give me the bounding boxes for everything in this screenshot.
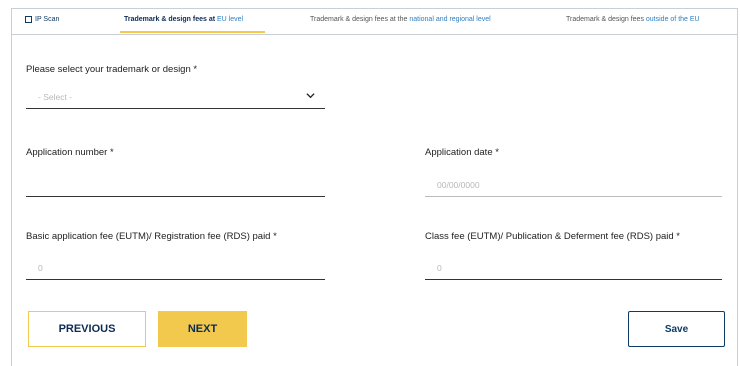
application-date-placeholder: 00/00/0000 [437, 180, 480, 190]
tab-eu-level-highlight: EU level [216, 16, 244, 23]
tab-outside-highlight: outside of the EU [645, 16, 700, 23]
basic-fee-input[interactable]: 0 [26, 258, 325, 280]
select-placeholder: - Select - [38, 92, 73, 102]
tab-bar: IP Scan Trademark & design fees at EU le… [12, 9, 737, 35]
tab-outside-label: Trademark & design fees [566, 16, 646, 23]
tab-national-label: Trademark & design fees at the [310, 16, 410, 23]
save-button[interactable]: Save [628, 311, 725, 347]
checkbox-icon [25, 16, 32, 23]
tab-eu-level-label: Trademark & design fees at [124, 16, 217, 23]
class-fee-placeholder: 0 [437, 263, 442, 273]
application-date-input[interactable]: 00/00/0000 [425, 175, 722, 197]
tab-ip-scan[interactable]: IP Scan [25, 16, 59, 23]
tab-national-highlight: national and regional level [409, 16, 491, 23]
chevron-down-icon [306, 93, 315, 99]
application-number-label: Application number * [26, 147, 114, 158]
class-fee-input[interactable]: 0 [425, 258, 722, 280]
tab-outside-eu[interactable]: Trademark & design fees outside of the E… [566, 16, 700, 23]
tab-national-regional[interactable]: Trademark & design fees at the national … [310, 16, 491, 23]
basic-fee-placeholder: 0 [38, 263, 43, 273]
next-button[interactable]: NEXT [158, 311, 247, 347]
tab-eu-level[interactable]: Trademark & design fees at EU level [124, 16, 243, 23]
previous-button[interactable]: PREVIOUS [28, 311, 146, 347]
application-number-input[interactable] [26, 175, 325, 197]
trademark-select[interactable]: - Select - [26, 87, 325, 109]
tab-ip-scan-label: IP Scan [35, 16, 60, 23]
active-tab-indicator [120, 31, 265, 33]
select-trademark-label: Please select your trademark or design * [26, 64, 198, 75]
class-fee-label: Class fee (EUTM)/ Publication & Defermen… [425, 231, 681, 242]
basic-fee-label: Basic application fee (EUTM)/ Registrati… [26, 231, 277, 242]
form-panel: IP Scan Trademark & design fees at EU le… [11, 8, 738, 366]
application-date-label: Application date * [425, 147, 499, 158]
